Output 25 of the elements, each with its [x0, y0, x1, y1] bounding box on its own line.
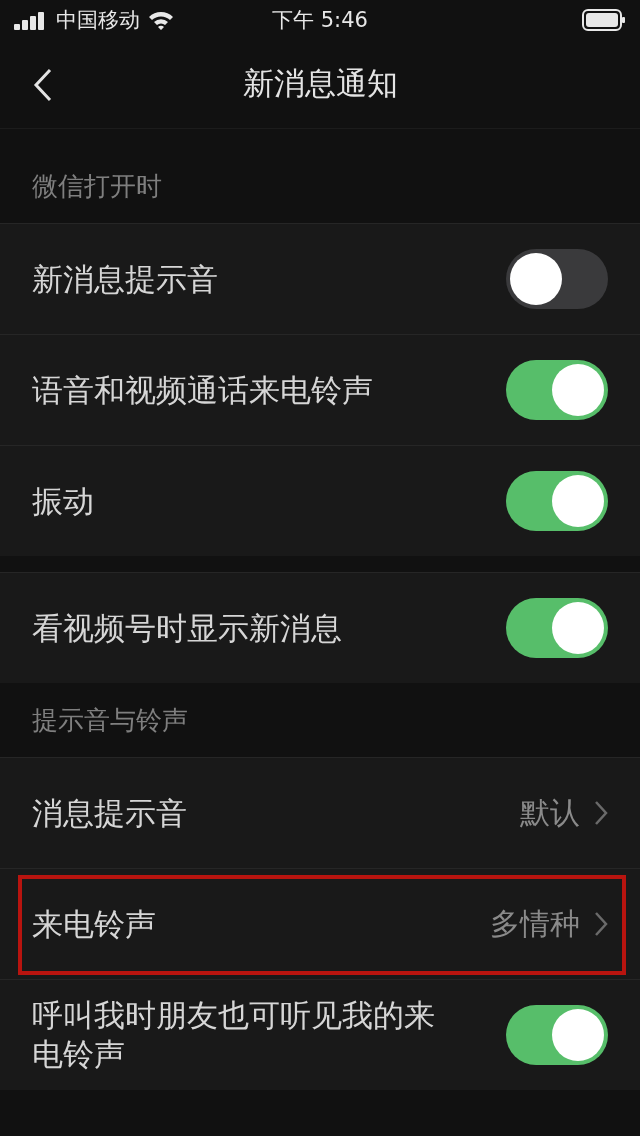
chevron-icon: [594, 911, 608, 937]
row-label: 看视频号时显示新消息: [32, 608, 343, 648]
row-label: 消息提示音: [32, 793, 188, 833]
row-label: 呼叫我时朋友也可听见我的来电铃声: [32, 996, 436, 1074]
battery-icon: [582, 9, 626, 31]
toggle-switch[interactable]: [506, 1005, 608, 1065]
carrier-name: 中国移动: [56, 7, 140, 34]
status-time: 下午 5:46: [272, 7, 368, 34]
back-icon[interactable]: [32, 68, 54, 102]
row-label: 语音和视频通话来电铃声: [32, 370, 374, 410]
toggle-switch[interactable]: [506, 471, 608, 531]
highlighted-settings-row[interactable]: 来电铃声 多情种: [0, 868, 640, 979]
row-label: 来电铃声: [32, 904, 157, 944]
row-value: 多情种: [490, 904, 580, 943]
section-header: 提示音与铃声: [32, 703, 188, 737]
toggle-switch[interactable]: [506, 360, 608, 420]
row-label: 振动: [32, 481, 95, 521]
row-value: 默认: [520, 793, 580, 832]
page-title: 新消息通知: [242, 64, 398, 103]
row-label: 新消息提示音: [32, 259, 219, 299]
section-header: 微信打开时: [32, 169, 162, 203]
chevron-icon: [594, 800, 608, 826]
wifi-icon: [148, 10, 174, 30]
settings-row[interactable]: 消息提示音 默认: [0, 757, 640, 868]
toggle-switch[interactable]: [506, 598, 608, 658]
